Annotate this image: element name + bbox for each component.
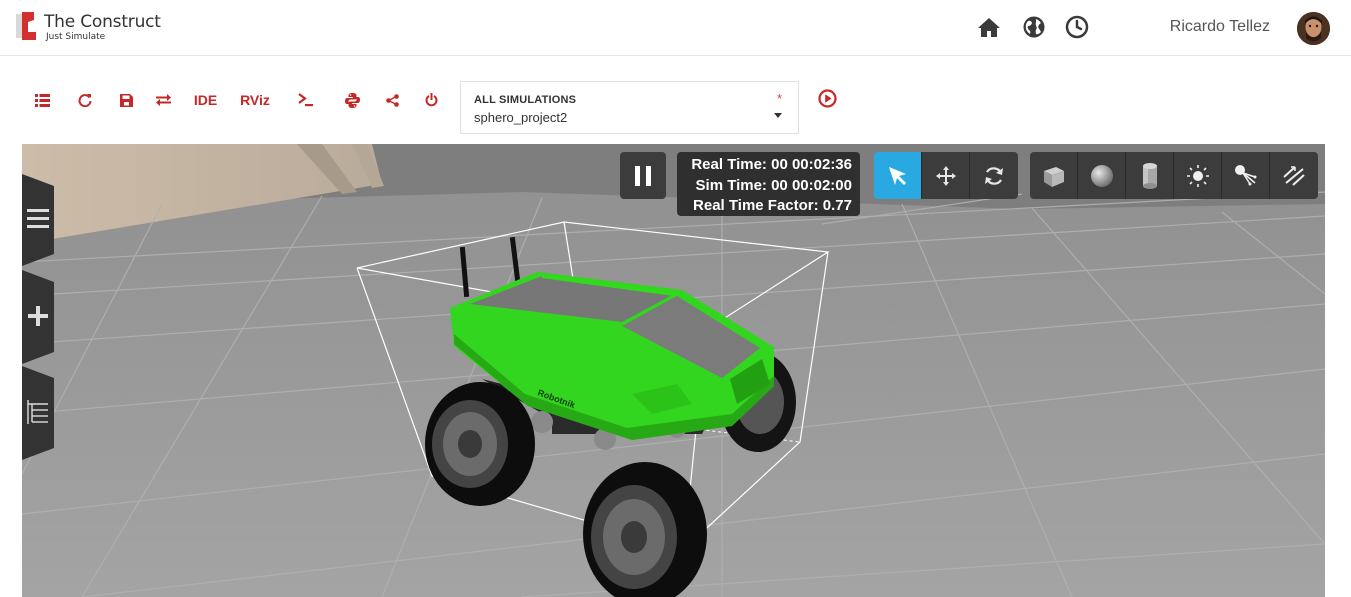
power-icon: [425, 93, 437, 107]
reload-button[interactable]: [77, 90, 93, 110]
box-icon: [1043, 166, 1064, 187]
sphere-shape[interactable]: [1078, 152, 1126, 199]
play-circle-icon[interactable]: [818, 89, 837, 108]
avatar[interactable]: [1297, 12, 1330, 45]
share-button[interactable]: [384, 90, 400, 110]
terminal-icon: [298, 93, 313, 107]
cylinder-shape[interactable]: [1126, 152, 1174, 199]
move-arrows-icon: [935, 165, 956, 186]
rviz-button[interactable]: RViz: [239, 90, 271, 110]
point-light-icon: [1186, 164, 1209, 187]
toolbar: IDE RViz ALL SIMULATIONS * sphero_projec…: [0, 56, 1351, 144]
ide-button[interactable]: IDE: [192, 90, 219, 110]
directional-light-icon: [1283, 165, 1305, 186]
manipulation-tools: [874, 152, 1018, 199]
gazebo-viewport[interactable]: Robotnik Real Time: 00 00:02:36 Sim Time…: [22, 144, 1325, 597]
simulation-select-value: sphero_project2: [474, 110, 568, 125]
real-time-factor: Real Time Factor: 0.77: [693, 197, 852, 214]
select-tool[interactable]: [874, 152, 922, 199]
insert-shape-tools: [1030, 152, 1318, 199]
spot-light[interactable]: [1222, 152, 1270, 199]
simulation-select[interactable]: ALL SIMULATIONS * sphero_project2: [460, 81, 799, 134]
user-name[interactable]: Ricardo Tellez: [1170, 18, 1270, 36]
spot-light-icon: [1234, 164, 1256, 185]
shell-button[interactable]: [297, 90, 315, 110]
pause-button[interactable]: [620, 152, 666, 199]
top-header: The Construct Just Simulate Ricardo Tell…: [0, 0, 1351, 56]
caret-down-icon: [774, 113, 782, 118]
insert-tab[interactable]: [22, 270, 54, 364]
python-button[interactable]: [344, 90, 360, 110]
share-icon: [385, 93, 399, 107]
model-tree-tab[interactable]: [22, 366, 54, 460]
clock-icon[interactable]: [1065, 15, 1089, 39]
simulation-select-label: ALL SIMULATIONS: [474, 94, 577, 106]
the-construct-logo[interactable]: [14, 10, 38, 42]
cylinder-icon: [1142, 162, 1157, 189]
sim-time: Sim Time: 00 00:02:00: [695, 176, 852, 194]
time-info-panel: Real Time: 00 00:02:36 Sim Time: 00 00:0…: [677, 152, 860, 216]
box-shape[interactable]: [1030, 152, 1078, 199]
refresh-icon: [78, 94, 92, 107]
save-icon: [119, 93, 133, 107]
list-button[interactable]: [34, 90, 50, 110]
power-button[interactable]: [423, 90, 439, 110]
globe-icon[interactable]: [1022, 15, 1046, 39]
python-icon: [344, 92, 360, 108]
menu-tab[interactable]: [22, 174, 54, 266]
switch-button[interactable]: [155, 90, 171, 110]
list-icon: [34, 93, 50, 107]
exchange-icon: [155, 94, 171, 106]
home-icon[interactable]: [977, 15, 1001, 39]
real-time: Real Time: 00 00:02:36: [691, 156, 852, 173]
scene-render[interactable]: Robotnik: [22, 144, 1325, 597]
brand-subtitle: Just Simulate: [46, 32, 106, 42]
required-mark: *: [776, 91, 782, 106]
rotate-icon: [985, 166, 1003, 185]
translate-tool[interactable]: [922, 152, 970, 199]
brand-title: The Construct: [44, 12, 161, 32]
arrow-cursor-icon: [888, 166, 906, 185]
pause-icon: [635, 165, 651, 186]
save-button[interactable]: [118, 90, 134, 110]
rotate-tool[interactable]: [970, 152, 1018, 199]
point-light[interactable]: [1174, 152, 1222, 199]
directional-light[interactable]: [1270, 152, 1318, 199]
sphere-icon: [1090, 164, 1113, 187]
